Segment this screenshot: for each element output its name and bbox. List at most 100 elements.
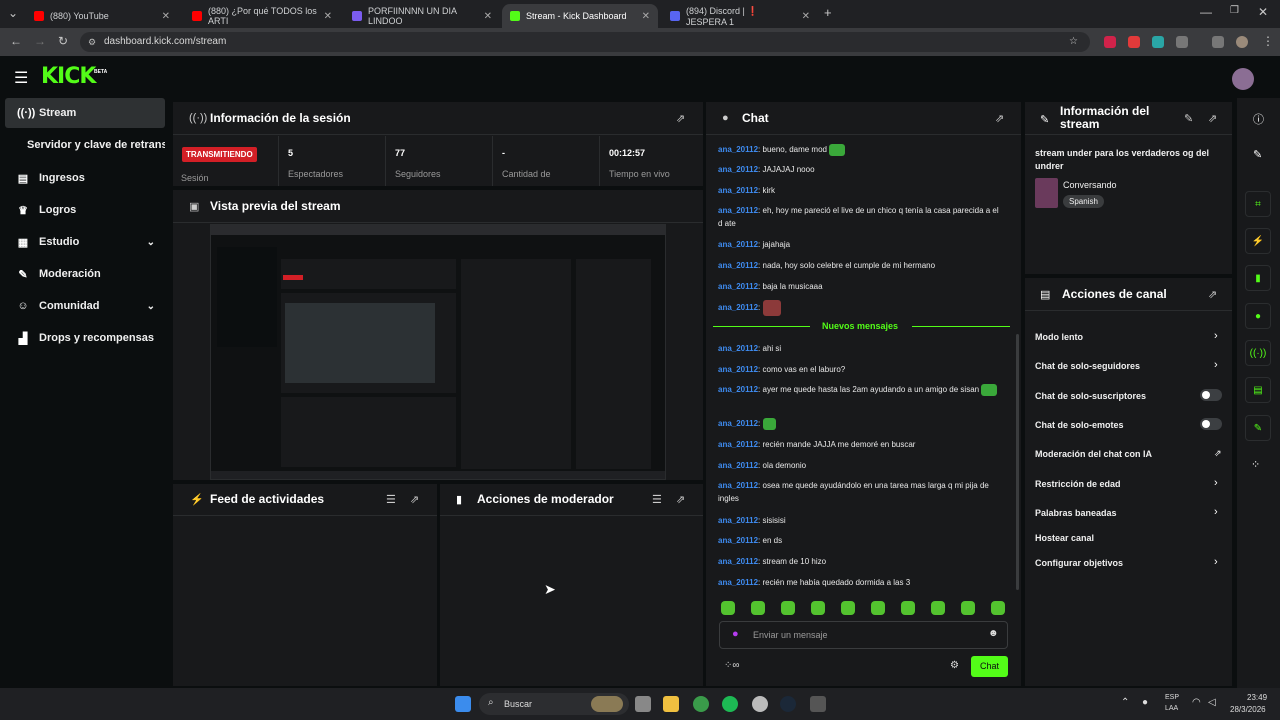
popout-icon[interactable]: ⇗ [1208, 288, 1217, 301]
category-name[interactable]: Conversando [1063, 180, 1117, 190]
popout-icon[interactable]: ⇗ [995, 112, 1004, 125]
spotify-icon[interactable] [722, 696, 738, 712]
emote-icon[interactable] [841, 601, 855, 615]
extension-icon[interactable] [1152, 36, 1164, 48]
emote-icon[interactable] [751, 601, 765, 615]
chevron-right-icon[interactable]: › [1214, 506, 1218, 518]
chat-username[interactable]: ana_20112 [718, 186, 758, 195]
forward-icon[interactable]: → [34, 34, 46, 48]
sidebar-item-ingresos[interactable]: ▤ Ingresos [5, 163, 165, 193]
kick-logo[interactable]: KICK [41, 64, 96, 89]
chat-username[interactable]: ana_20112 [718, 206, 758, 215]
extensions-puzzle-icon[interactable] [1176, 36, 1188, 48]
chat-username[interactable]: ana_20112 [718, 365, 758, 374]
rail-button[interactable]: ▤ [1245, 377, 1271, 403]
emote-icon[interactable] [871, 601, 885, 615]
popout-icon[interactable]: ⇗ [676, 493, 685, 506]
user-avatar[interactable] [1232, 68, 1254, 90]
app-icon[interactable] [752, 696, 768, 712]
sidebar-item-logros[interactable]: ♛ Logros [5, 195, 165, 225]
popout-icon[interactable]: ⇗ [676, 112, 685, 125]
file-explorer-icon[interactable] [663, 696, 679, 712]
chat-username[interactable]: ana_20112 [718, 440, 758, 449]
chrome-icon[interactable] [693, 696, 709, 712]
action-ai-moderation[interactable]: Moderación del chat con IA [1035, 449, 1152, 459]
chat-username[interactable]: ana_20112 [718, 578, 758, 587]
edit-pencil-icon[interactable]: ✎ [1253, 148, 1262, 161]
chat-username[interactable]: ana_20112 [718, 165, 758, 174]
wifi-icon[interactable]: ◠ [1192, 697, 1201, 708]
emote-icon[interactable] [721, 601, 735, 615]
microphone-icon[interactable]: ● [732, 628, 739, 640]
chevron-right-icon[interactable]: › [1214, 359, 1218, 371]
new-tab-icon[interactable]: + [824, 5, 832, 20]
hamburger-menu-icon[interactable]: ☰ [14, 68, 28, 88]
maximize-icon[interactable]: ❐ [1230, 5, 1239, 16]
subscribers-only-toggle[interactable] [1200, 389, 1222, 401]
chat-username[interactable]: ana_20112 [718, 481, 758, 490]
taskbar-search[interactable]: ⌕ Buscar [479, 693, 629, 715]
chat-tools-icon[interactable]: ⁘∞ [724, 660, 740, 671]
browser-tab-youtube-2[interactable]: (880) ¿Por qué TODOS los ARTI ✕ [184, 4, 340, 28]
microphone-icon[interactable]: ● [1142, 697, 1148, 708]
emote-icon[interactable] [781, 601, 795, 615]
chat-username[interactable]: ana_20112 [718, 461, 758, 470]
tray-chevron-icon[interactable]: ⌃ [1121, 697, 1129, 708]
chat-scrollbar[interactable] [1016, 334, 1019, 590]
clock-date[interactable]: 28/3/2026 [1230, 705, 1266, 714]
action-banned-words[interactable]: Palabras baneadas [1035, 508, 1117, 518]
chat-username[interactable]: ana_20112 [718, 516, 758, 525]
chat-username[interactable]: ana_20112 [718, 145, 758, 154]
chat-username[interactable]: ana_20112 [718, 344, 758, 353]
emotes-only-toggle[interactable] [1200, 418, 1222, 430]
window-close-icon[interactable]: ✕ [1258, 5, 1268, 19]
chat-username[interactable]: ana_20112 [718, 303, 758, 312]
chevron-right-icon[interactable]: › [1214, 556, 1218, 568]
url-field[interactable]: ⚙ dashboard.kick.com/stream ☆ [80, 32, 1090, 52]
chat-username[interactable]: ana_20112 [718, 261, 758, 270]
emoji-icon[interactable]: ☻ [988, 628, 999, 639]
clock-time[interactable]: 23:49 [1247, 693, 1267, 702]
sidebar-item-stream[interactable]: ((·)) Stream [5, 98, 165, 128]
extension-icon[interactable] [1128, 36, 1140, 48]
rail-button[interactable]: ⚡ [1245, 228, 1271, 254]
action-slow-mode[interactable]: Modo lento [1035, 332, 1083, 342]
chat-username[interactable]: ana_20112 [718, 557, 758, 566]
rail-button[interactable]: ⌗ [1245, 191, 1271, 217]
profile-avatar[interactable] [1236, 36, 1248, 48]
external-link-icon[interactable]: ⇗ [1214, 448, 1222, 459]
emote-icon[interactable] [931, 601, 945, 615]
close-icon[interactable]: ✕ [162, 11, 170, 22]
browser-tab-kick[interactable]: Stream - Kick Dashboard ✕ [502, 4, 658, 28]
action-age-restriction[interactable]: Restricción de edad [1035, 479, 1121, 489]
browser-tab-discord[interactable]: (894) Discord | ❗ JESPERA 1 ✕ [662, 4, 818, 28]
sidebar-item-estudio[interactable]: ▦ Estudio ⌄ [5, 227, 165, 257]
action-goals[interactable]: Configurar objetivos [1035, 558, 1123, 568]
rail-button[interactable]: ● [1245, 303, 1271, 329]
action-host-channel[interactable]: Hostear canal [1035, 533, 1094, 543]
rail-button[interactable]: ▮ [1245, 265, 1271, 291]
chat-input[interactable]: ● Enviar un mensaje ☻ [719, 621, 1008, 649]
task-view-icon[interactable] [635, 696, 651, 712]
menu-dots-icon[interactable]: ⋮ [1262, 34, 1274, 48]
sidebar-item-server-key[interactable]: Servidor y clave de retransn [5, 130, 165, 160]
chat-username[interactable]: ana_20112 [718, 240, 758, 249]
windows-start-icon[interactable] [455, 696, 471, 712]
close-icon[interactable]: ✕ [324, 11, 332, 22]
edit-pencil-icon[interactable]: ✎ [1184, 112, 1193, 125]
back-icon[interactable]: ← [10, 34, 22, 48]
community-icon[interactable]: ⁘ [1251, 458, 1260, 471]
extension-icon[interactable] [1104, 36, 1116, 48]
popout-icon[interactable]: ⇗ [410, 493, 419, 506]
action-followers-only[interactable]: Chat de solo-seguidores [1035, 361, 1140, 371]
emote-icon[interactable] [991, 601, 1005, 615]
filter-icon[interactable]: ☰ [386, 493, 396, 506]
stream-preview-video[interactable] [210, 224, 666, 480]
browser-tab-youtube[interactable]: (880) YouTube ✕ [26, 4, 178, 28]
bookmark-star-icon[interactable]: ☆ [1069, 32, 1078, 52]
emote-icon[interactable] [811, 601, 825, 615]
rail-button[interactable]: ((·)) [1245, 340, 1271, 366]
chat-username[interactable]: ana_20112 [718, 419, 758, 428]
chat-username[interactable]: ana_20112 [718, 282, 758, 291]
emote-icon[interactable] [961, 601, 975, 615]
